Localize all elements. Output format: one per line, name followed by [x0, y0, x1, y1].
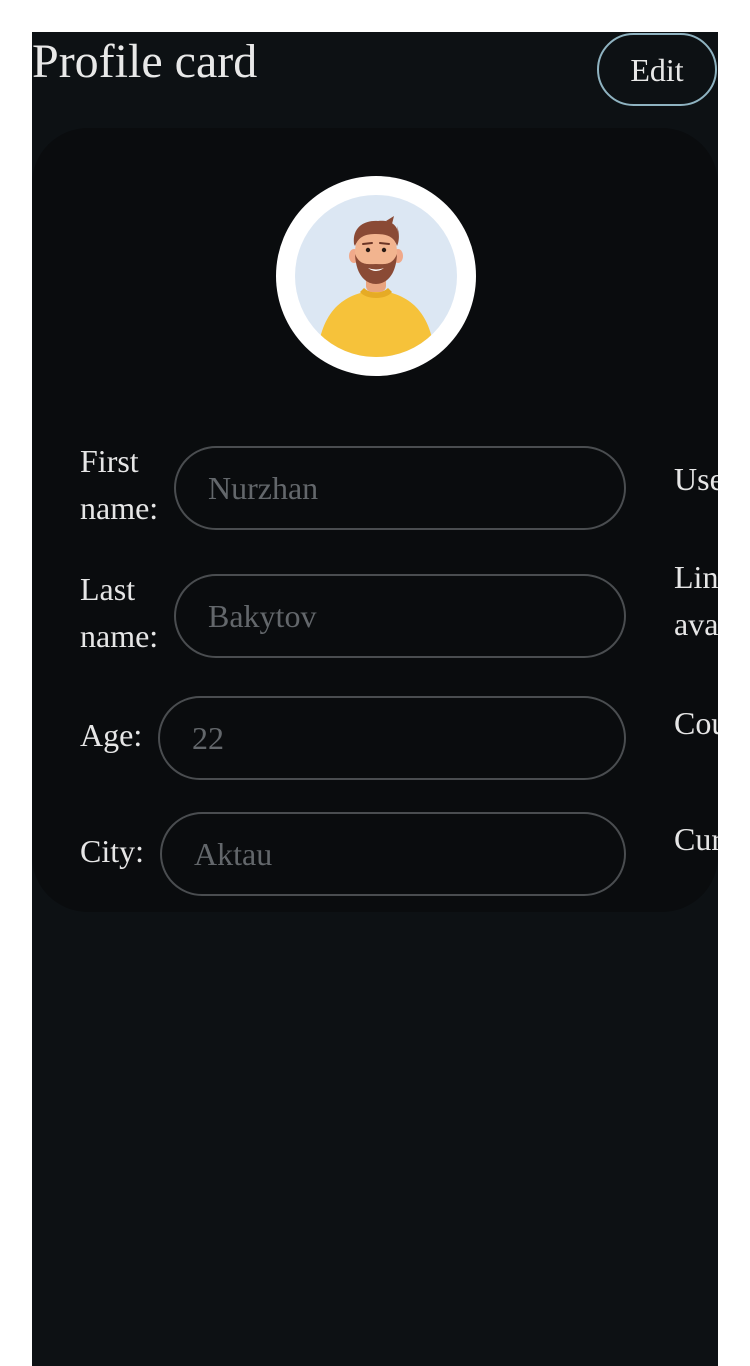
edit-button[interactable]: Edit: [597, 33, 717, 106]
page-title: Profile card: [32, 35, 258, 88]
last-name-label: Last name:: [80, 571, 159, 654]
last-name-input[interactable]: [174, 574, 626, 658]
city-input[interactable]: [160, 812, 626, 896]
age-input[interactable]: [158, 696, 626, 780]
first-name-label: First name:: [80, 443, 159, 526]
avatar: [276, 176, 476, 376]
country-label: Count: [674, 705, 718, 741]
currency-label: Curren: [674, 821, 718, 857]
first-name-input[interactable]: [174, 446, 626, 530]
profile-card: First name: Last name: Age: City: Usern …: [32, 128, 718, 912]
user-avatar-icon: [295, 195, 457, 357]
username-label: Usern: [674, 461, 718, 497]
profile-page: Profile card Edit First name: Nurzhan La…: [32, 32, 718, 1366]
city-label: City:: [80, 833, 145, 869]
avatar-link-label: Link t avatar: [674, 559, 718, 642]
age-label: Age:: [80, 717, 143, 753]
